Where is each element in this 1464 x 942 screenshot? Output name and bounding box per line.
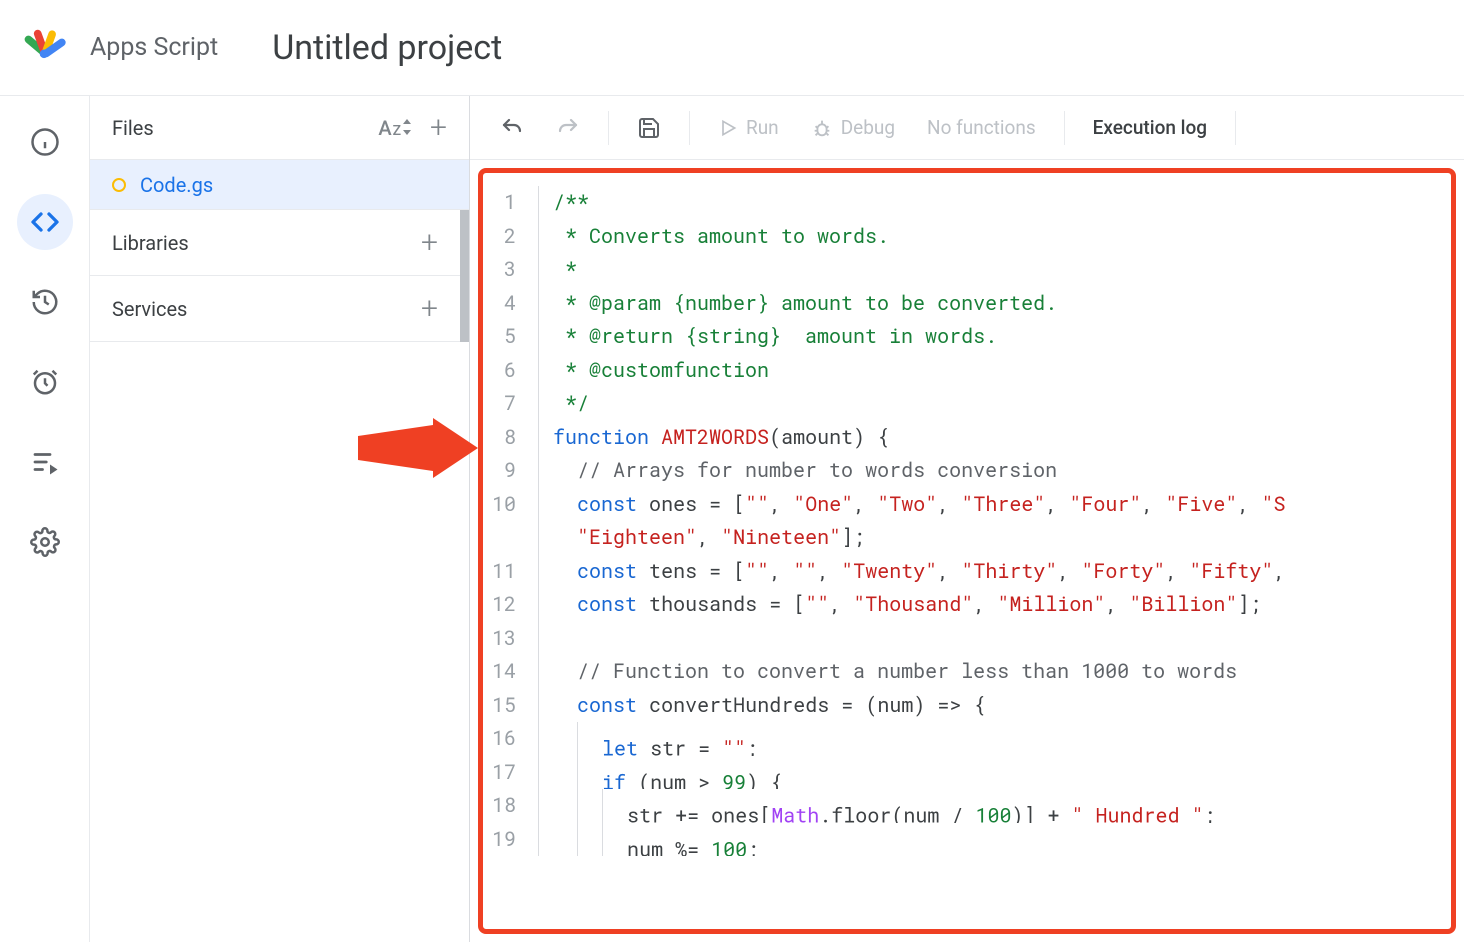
code-line[interactable]: 19 num %= 100; [478, 823, 1456, 857]
code-line[interactable]: 8function AMT2WORDS(amount) { [478, 421, 1456, 455]
add-file-button[interactable]: + [430, 110, 447, 145]
toolbar-separator [689, 111, 690, 145]
toolbar-separator [608, 111, 609, 145]
unsaved-indicator-icon [112, 178, 126, 192]
debug-label: Debug [841, 116, 895, 139]
code-line[interactable]: 4 * @param {number} amount to be convert… [478, 287, 1456, 321]
code-line[interactable]: 10 const ones = ["", "One", "Two", "Thre… [478, 488, 1456, 522]
function-select-label: No functions [927, 116, 1036, 139]
sort-files-button[interactable]: AZ [378, 116, 412, 140]
add-library-button[interactable]: + [421, 225, 438, 260]
project-title[interactable]: Untitled project [272, 28, 502, 68]
libraries-section-header: Libraries + [90, 210, 460, 276]
save-button[interactable] [627, 110, 671, 146]
files-label: Files [112, 116, 154, 140]
code-line[interactable]: 5 * @return {string} amount in words. [478, 320, 1456, 354]
triggers-nav-button[interactable] [17, 354, 73, 410]
redo-button[interactable] [546, 110, 590, 146]
toolbar-separator [1064, 111, 1065, 145]
execution-log-button[interactable]: Execution log [1083, 110, 1217, 145]
add-service-button[interactable]: + [421, 291, 438, 326]
editor-area: Run Debug No functions Execution log 1/*… [470, 96, 1464, 942]
scrollbar-thumb[interactable] [460, 276, 469, 342]
file-name: Code.gs [140, 173, 213, 197]
execution-log-label: Execution log [1093, 116, 1207, 139]
code-editor[interactable]: 1/**2 * Converts amount to words.3 *4 * … [478, 168, 1456, 856]
code-line[interactable]: 17 if (num > 99) { [478, 756, 1456, 790]
code-line[interactable]: 12 const thousands = ["", "Thousand", "M… [478, 588, 1456, 622]
settings-nav-button[interactable] [17, 514, 73, 570]
code-line[interactable]: "Eighteen", "Nineteen"]; [478, 521, 1456, 555]
executions-nav-button[interactable] [17, 434, 73, 490]
code-line[interactable]: 3 * [478, 253, 1456, 287]
code-line[interactable]: 14 // Function to convert a number less … [478, 655, 1456, 689]
file-panel: Files AZ + Code.gs Libraries + Services [90, 96, 470, 942]
editor-toolbar: Run Debug No functions Execution log [470, 96, 1464, 160]
code-line[interactable]: 18 str += ones[Math.floor(num / 100)] + … [478, 789, 1456, 823]
run-button[interactable]: Run [708, 110, 789, 145]
editor-container: 1/**2 * Converts amount to words.3 *4 * … [470, 160, 1464, 942]
services-label: Services [112, 297, 187, 321]
apps-script-logo-icon [20, 24, 68, 72]
annotation-arrow-icon [358, 418, 478, 482]
code-line[interactable]: 6 * @customfunction [478, 354, 1456, 388]
app-name: Apps Script [90, 33, 218, 62]
code-line[interactable]: 9 // Arrays for number to words conversi… [478, 454, 1456, 488]
code-line[interactable]: 1/** [478, 186, 1456, 220]
toolbar-separator [1235, 111, 1236, 145]
code-line[interactable]: 15 const convertHundreds = (num) => { [478, 689, 1456, 723]
undo-button[interactable] [490, 110, 534, 146]
code-line[interactable]: 11 const tens = ["", "", "Twenty", "Thir… [478, 555, 1456, 589]
code-line[interactable]: 7 */ [478, 387, 1456, 421]
code-line[interactable]: 16 let str = ""; [478, 722, 1456, 756]
code-line[interactable]: 2 * Converts amount to words. [478, 220, 1456, 254]
editor-nav-button[interactable] [17, 194, 73, 250]
run-label: Run [746, 116, 779, 139]
history-nav-button[interactable] [17, 274, 73, 330]
scrollbar-thumb[interactable] [460, 210, 469, 276]
overview-nav-button[interactable] [17, 114, 73, 170]
app-header: Apps Script Untitled project [0, 0, 1464, 96]
debug-button[interactable]: Debug [801, 110, 905, 145]
code-line[interactable]: 13 [478, 622, 1456, 656]
function-select[interactable]: No functions [917, 110, 1046, 145]
services-section-header: Services + [90, 276, 460, 342]
libraries-label: Libraries [112, 231, 189, 255]
nav-rail [0, 96, 90, 942]
file-item-code-gs[interactable]: Code.gs [90, 160, 469, 210]
main-layout: Files AZ + Code.gs Libraries + Services [0, 96, 1464, 942]
files-section-header: Files AZ + [90, 96, 469, 160]
